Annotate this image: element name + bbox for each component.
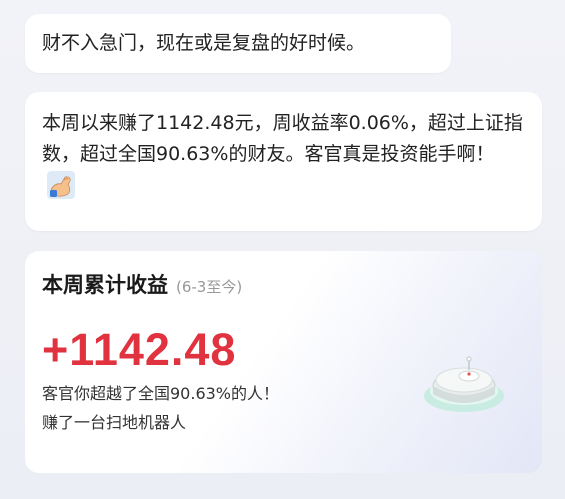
chat-bubble-summary: 本周以来赚了1142.48元，周收益率0.06%，超过上证指数，超过全国90.6… [25,92,542,231]
tip-text: 财不入急门，现在或是复盘的好时候。 [42,32,366,54]
card-title: 本周累计收益 (6-3至今) [42,269,524,299]
flexed-biceps-icon [46,170,76,200]
date-range: (6-3至今) [176,278,243,296]
card-title-text: 本周累计收益 [42,273,168,297]
chat-bubble-tip: 财不入急门，现在或是复盘的好时候。 [25,14,451,73]
summary-text: 本周以来赚了1142.48元，周收益率0.06%，超过上证指数，超过全国90.6… [42,112,523,165]
weekly-profit-card[interactable]: 本周累计收益 (6-3至今) +1142.48 客官你超越了全国90.63%的人… [25,251,542,473]
robot-vacuum-icon [421,346,507,418]
